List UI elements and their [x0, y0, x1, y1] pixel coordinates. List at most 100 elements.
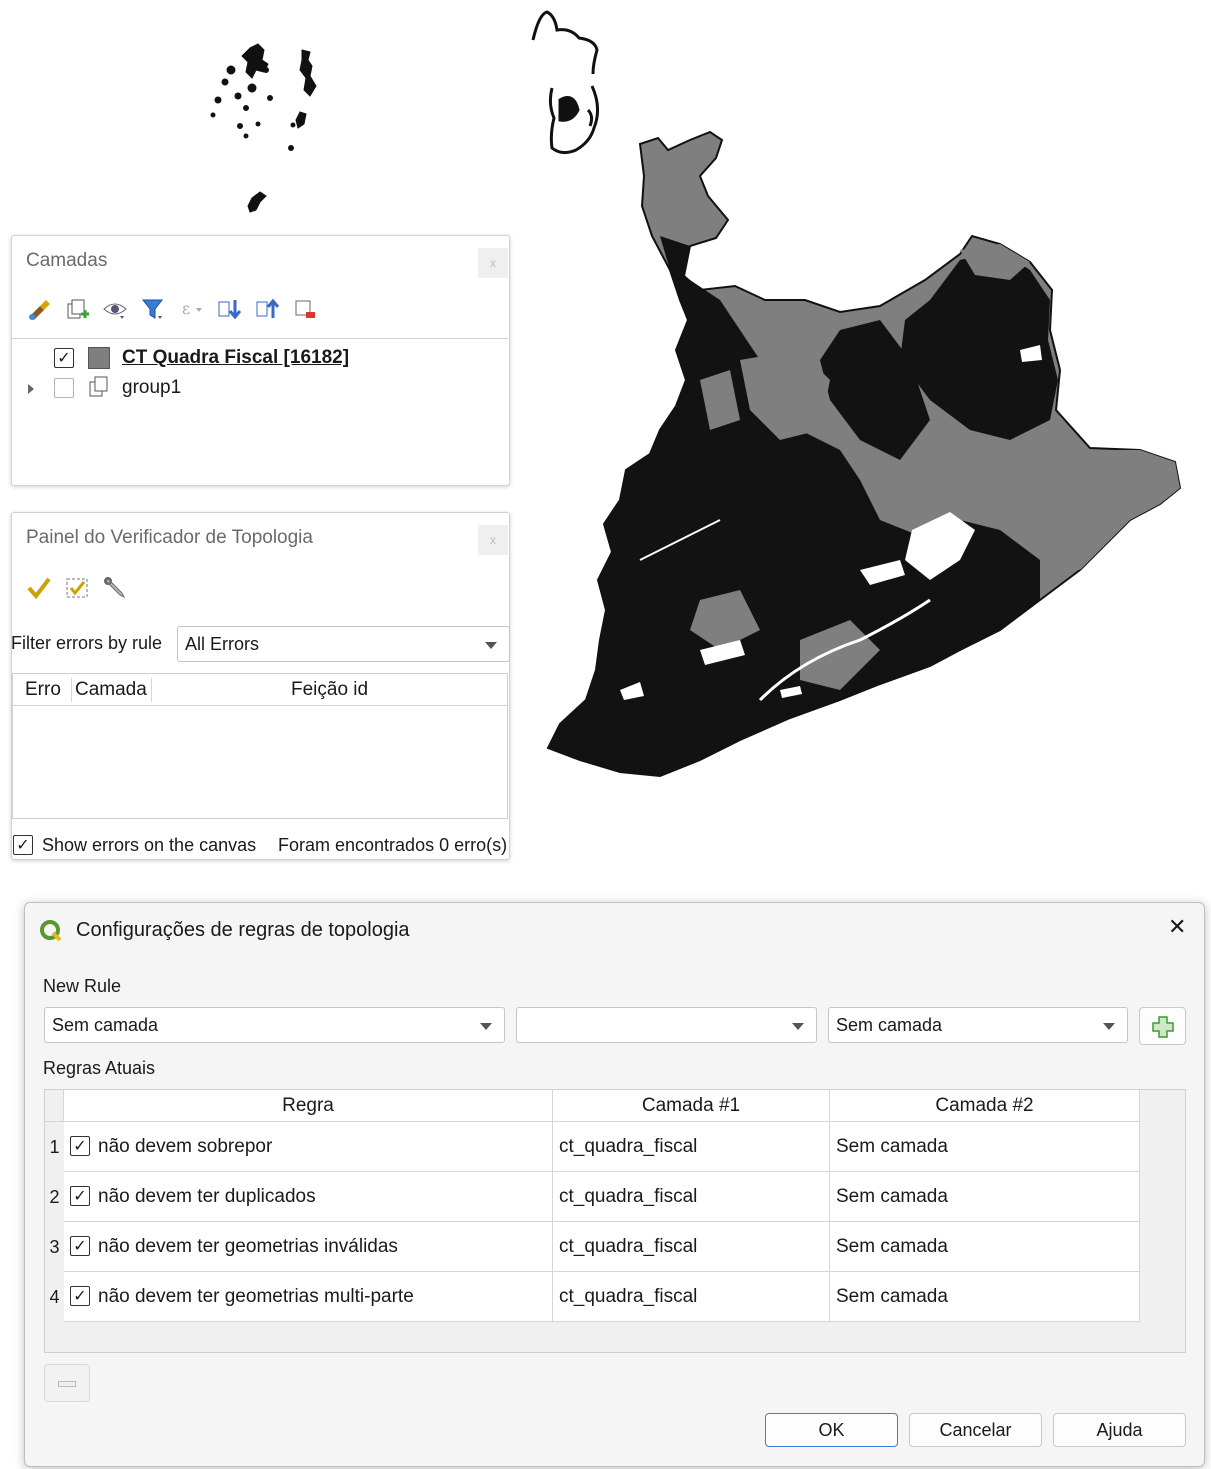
column-header-erro[interactable]: Erro [25, 674, 61, 706]
current-rules-label: Regras Atuais [43, 1058, 156, 1078]
rule-enabled-checkbox[interactable]: ✓ [70, 1186, 90, 1206]
rules-table-corner [45, 1090, 64, 1122]
error-count-status: Foram encontrados 0 erro(s) [278, 835, 508, 855]
cancel-button[interactable]: Cancelar [909, 1413, 1042, 1447]
topology-panel-close-button[interactable]: x [478, 525, 508, 555]
rule-cell[interactable]: ✓ não devem ter geometrias inválidas [64, 1222, 553, 1272]
remove-icon [58, 1381, 76, 1387]
errors-table-header: Erro Camada Feição id [13, 674, 507, 706]
new-rule-label: New Rule [43, 976, 122, 996]
dialog-title-bar: Configurações de regras de topologia ✕ [25, 903, 1204, 957]
layer-group-item[interactable]: group1 [12, 373, 508, 403]
rule-name: não devem ter geometrias multi-parte [98, 1286, 414, 1307]
table-row[interactable]: 4 ✓ não devem ter geometrias multi-parte… [45, 1272, 1140, 1322]
layer1-cell[interactable]: ct_quadra_fiscal [553, 1172, 830, 1222]
column-header-camada[interactable]: Camada [75, 674, 147, 706]
add-icon [1151, 1016, 1174, 1038]
filter-errors-value: All Errors [185, 634, 260, 654]
rule-name: não devem ter geometrias inválidas [98, 1236, 398, 1257]
layer-name: CT Quadra Fiscal [16182] [122, 347, 350, 368]
chevron-down-icon [1103, 1023, 1115, 1030]
add-group-icon[interactable] [64, 296, 90, 322]
rule-type-combo[interactable] [516, 1007, 817, 1043]
layers-panel-close-button[interactable]: x [478, 248, 508, 278]
show-errors-checkbox[interactable]: ✓ [13, 835, 33, 855]
rule-cell[interactable]: ✓ não devem sobrepor [64, 1122, 553, 1172]
rule-cell[interactable]: ✓ não devem ter geometrias multi-parte [64, 1272, 553, 1322]
rule-name: não devem sobrepor [98, 1136, 273, 1157]
group-name: group1 [122, 377, 182, 398]
expand-arrow-icon[interactable] [28, 384, 34, 394]
dialog-title: Configurações de regras de topologia [76, 919, 410, 941]
style-brush-icon[interactable] [26, 296, 52, 322]
table-row[interactable]: 2 ✓ não devem ter duplicados ct_quadra_f… [45, 1172, 1140, 1222]
rules-table[interactable]: Regra Camada #1 Camada #2 1 ✓ não devem … [44, 1089, 1186, 1353]
topology-toolbar [26, 575, 128, 601]
rule-cell[interactable]: ✓ não devem ter duplicados [64, 1172, 553, 1222]
layer-tree: ✓ CT Quadra Fiscal [16182] group1 [12, 338, 508, 485]
column-header-regra[interactable]: Regra [64, 1090, 553, 1122]
add-rule-button[interactable] [1139, 1007, 1186, 1045]
layer2-cell[interactable]: Sem camada [830, 1222, 1140, 1272]
column-header-feicao-id[interactable]: Feição id [291, 674, 368, 706]
chevron-down-icon [792, 1023, 804, 1030]
rule-enabled-checkbox[interactable]: ✓ [70, 1136, 90, 1156]
configure-rules-icon[interactable] [102, 575, 128, 601]
errors-table[interactable]: Erro Camada Feição id [12, 673, 508, 819]
rule-enabled-checkbox[interactable]: ✓ [70, 1286, 90, 1306]
layer1-combo-value: Sem camada [52, 1015, 159, 1035]
map-islands-left [210, 43, 317, 213]
layer2-combo-value: Sem camada [836, 1015, 943, 1035]
rule-enabled-checkbox[interactable]: ✓ [70, 1236, 90, 1256]
row-number: 1 [45, 1122, 64, 1172]
help-button[interactable]: Ajuda [1053, 1413, 1186, 1447]
polygon-layer-icon [88, 347, 110, 369]
filter-errors-combo[interactable]: All Errors [177, 626, 510, 662]
rule-name: não devem ter duplicados [98, 1186, 316, 1207]
row-number: 4 [45, 1272, 64, 1322]
svg-text:ε: ε [182, 299, 190, 318]
layer1-combo[interactable]: Sem camada [44, 1007, 505, 1043]
expression-filter-icon[interactable]: ε [178, 296, 204, 322]
filter-label: Filter errors by rule [11, 633, 163, 653]
row-number: 2 [45, 1172, 64, 1222]
table-row[interactable]: 3 ✓ não devem ter geometrias inválidas c… [45, 1222, 1140, 1272]
visibility-icon[interactable] [102, 296, 128, 322]
show-errors-label: Show errors on the canvas [42, 835, 257, 855]
remove-layer-icon[interactable] [292, 296, 318, 322]
topology-rules-dialog: Configurações de regras de topologia ✕ N… [24, 902, 1205, 1467]
topology-panel-title: Painel do Verificador de Topologia [26, 527, 313, 548]
layer1-cell[interactable]: ct_quadra_fiscal [553, 1272, 830, 1322]
validate-all-icon[interactable] [26, 575, 52, 601]
map-islands-center [531, 10, 599, 155]
column-header-camada-2[interactable]: Camada #2 [830, 1090, 1140, 1122]
group-icon [88, 375, 110, 404]
layer2-cell[interactable]: Sem camada [830, 1272, 1140, 1322]
qgis-logo-icon [39, 919, 63, 948]
map-mainland [546, 130, 1182, 778]
expand-all-icon[interactable] [216, 296, 242, 322]
layer1-cell[interactable]: ct_quadra_fiscal [553, 1122, 830, 1172]
validate-extent-icon[interactable] [64, 575, 90, 601]
chevron-down-icon [485, 642, 497, 649]
column-header-camada-1[interactable]: Camada #1 [553, 1090, 830, 1122]
filter-icon[interactable] [140, 296, 166, 322]
layer2-combo[interactable]: Sem camada [828, 1007, 1128, 1043]
table-row[interactable]: 1 ✓ não devem sobrepor ct_quadra_fiscal … [45, 1122, 1140, 1172]
layer-item[interactable]: ✓ CT Quadra Fiscal [16182] [12, 343, 508, 373]
topology-panel: Painel do Verificador de Topologia x Fil… [11, 512, 510, 860]
remove-rule-button[interactable] [44, 1364, 90, 1402]
layers-panel: Camadas x ε ✓ CT Quadra Fiscal [16182] g… [11, 235, 510, 486]
layer2-cell[interactable]: Sem camada [830, 1172, 1140, 1222]
ok-button[interactable]: OK [765, 1413, 898, 1447]
layer2-cell[interactable]: Sem camada [830, 1122, 1140, 1172]
layers-panel-title: Camadas [26, 250, 108, 271]
collapse-all-icon[interactable] [254, 296, 280, 322]
chevron-down-icon [480, 1023, 492, 1030]
close-icon[interactable]: ✕ [1168, 915, 1186, 940]
row-number: 3 [45, 1222, 64, 1272]
group-visibility-checkbox[interactable] [54, 378, 74, 398]
layers-toolbar: ε [26, 296, 318, 322]
layer1-cell[interactable]: ct_quadra_fiscal [553, 1222, 830, 1272]
layer-visibility-checkbox[interactable]: ✓ [54, 348, 74, 368]
